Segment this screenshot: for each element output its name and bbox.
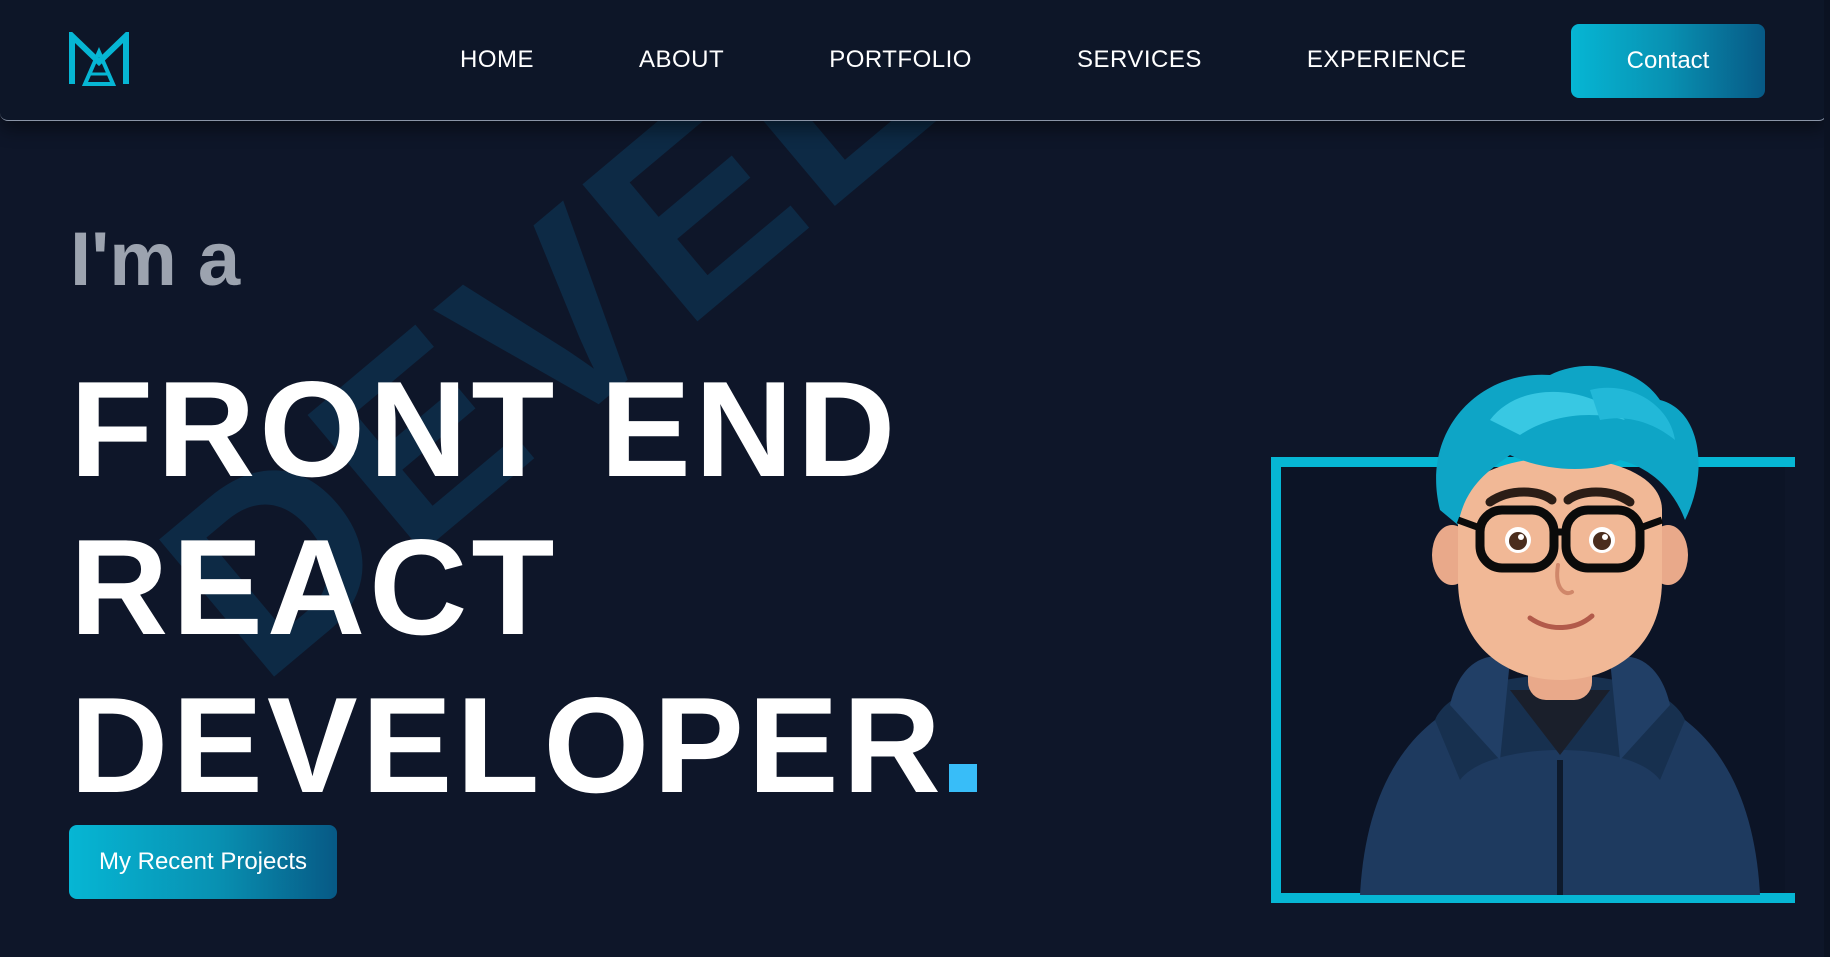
ma-monogram-icon[interactable] [68,32,130,88]
headline-line-3-wrap: DEVELOPER [70,666,977,824]
right-edge-shade [1824,0,1830,957]
recent-projects-button[interactable]: My Recent Projects [69,825,337,899]
nav-item-about[interactable]: ABOUT [639,46,724,74]
hero-intro: I'm a [70,217,241,302]
nav-item-experience[interactable]: EXPERIENCE [1307,46,1467,74]
headline-line-2: REACT [70,511,559,663]
hero-headline: FRONT END REACT DEVELOPER [70,350,977,824]
developer-avatar-icon [1360,365,1760,895]
headline-line-1: FRONT END [70,353,900,505]
nav-links: HOME ABOUT PORTFOLIO SERVICES EXPERIENCE [460,0,1467,120]
nav-item-portfolio[interactable]: PORTFOLIO [829,46,972,74]
accent-square-icon [948,764,977,792]
page: DEVELOPER HOME ABOUT PORTFOLIO SERVICES … [0,0,1830,957]
top-navbar: HOME ABOUT PORTFOLIO SERVICES EXPERIENCE… [0,0,1827,121]
nav-item-home[interactable]: HOME [460,46,534,74]
headline-line-3: DEVELOPER [70,669,945,821]
nav-item-services[interactable]: SERVICES [1077,46,1202,74]
contact-button[interactable]: Contact [1571,24,1765,98]
